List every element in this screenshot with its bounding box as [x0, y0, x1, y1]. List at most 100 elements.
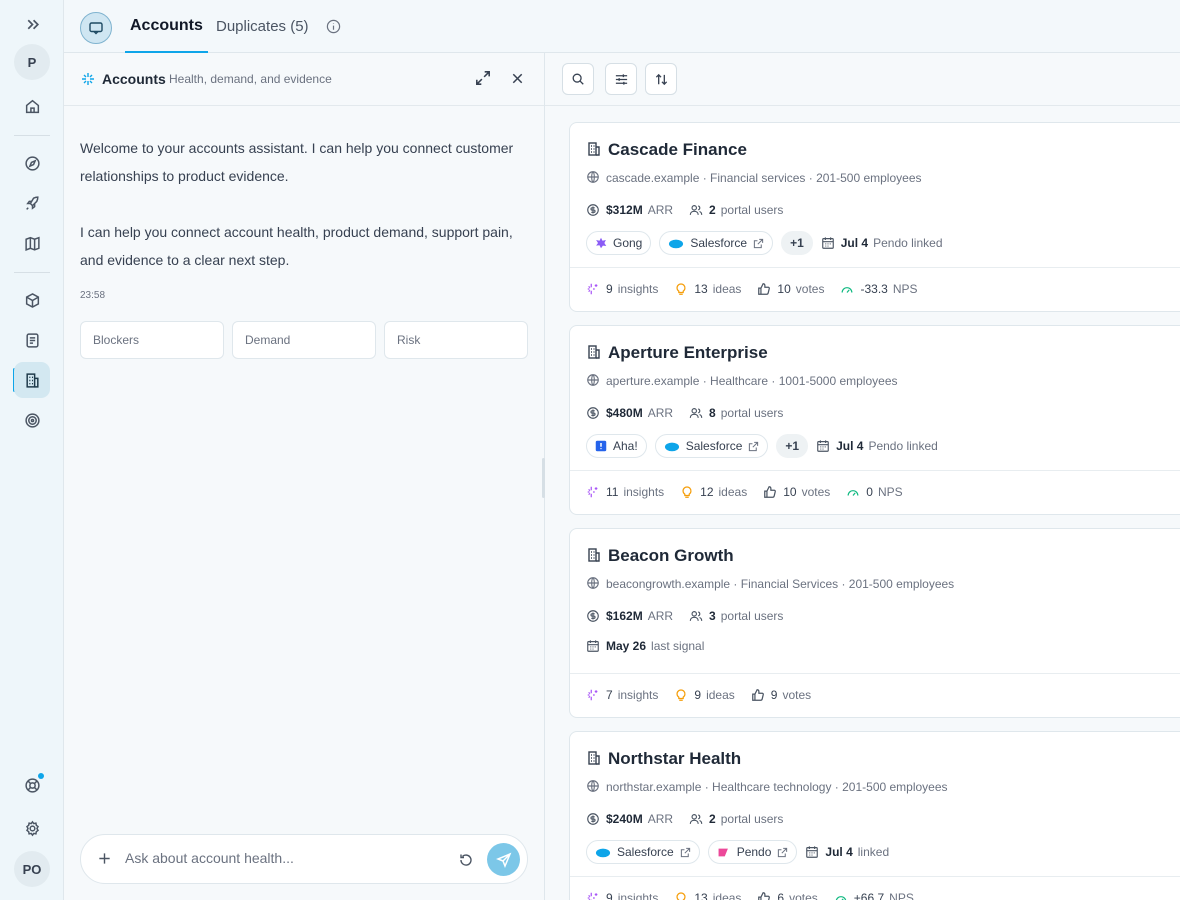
- more-integrations-badge[interactable]: +1: [776, 434, 809, 458]
- card-divider: [570, 876, 1180, 877]
- linked-date-label: Pendo linked: [868, 439, 938, 453]
- help-lifebuoy-icon[interactable]: [14, 767, 50, 803]
- account-name[interactable]: Aperture Enterprise: [608, 343, 768, 363]
- last-signal-label: last signal: [651, 639, 705, 653]
- insights-count: 9: [606, 282, 613, 296]
- portal-users-count: 3: [709, 609, 716, 623]
- sort-arrows-icon[interactable]: [645, 63, 677, 95]
- card-divider: [570, 673, 1180, 674]
- globe-icon: [586, 373, 600, 387]
- calendar-icon: [821, 236, 835, 250]
- lightbulb-icon: [674, 282, 688, 296]
- integration-label: Salesforce: [617, 845, 674, 859]
- lightbulb-icon: [680, 485, 694, 499]
- suggestion-chip-blockers[interactable]: Blockers: [80, 321, 224, 359]
- globe-icon: [586, 779, 600, 793]
- plus-icon[interactable]: [97, 851, 112, 866]
- portal-users-count: 2: [709, 812, 716, 826]
- account-name[interactable]: Cascade Finance: [608, 140, 747, 160]
- workspace-avatar[interactable]: P: [14, 44, 50, 80]
- portal-users-label: portal users: [720, 203, 784, 217]
- chat-toggle-icon[interactable]: [80, 12, 112, 44]
- globe-icon: [586, 170, 600, 184]
- target-icon[interactable]: [14, 402, 50, 438]
- portal-users-label: portal users: [720, 609, 784, 623]
- expand-icon[interactable]: [474, 69, 492, 87]
- user-avatar[interactable]: PO: [14, 851, 50, 887]
- suggestion-chip-demand[interactable]: Demand: [232, 321, 376, 359]
- account-card[interactable]: Cascade Finance cascade.example · Financ…: [569, 122, 1180, 312]
- integration-pill-salesforce[interactable]: Salesforce: [659, 231, 774, 255]
- info-icon[interactable]: [326, 19, 341, 34]
- map-icon[interactable]: [14, 225, 50, 261]
- refresh-icon[interactable]: [458, 852, 474, 868]
- nps-label: NPS: [889, 891, 914, 900]
- integration-pill-pendo[interactable]: Pendo: [707, 840, 798, 864]
- document-icon[interactable]: [14, 322, 50, 358]
- accounts-list: Cascade Finance cascade.example · Financ…: [545, 53, 1180, 900]
- insights-sparkle-icon: [586, 485, 600, 499]
- dollar-icon: [586, 812, 600, 826]
- nps-value: -33.3: [860, 282, 888, 296]
- salesforce-logo-icon: [664, 441, 680, 452]
- linked-date-label: linked: [857, 845, 890, 859]
- ideas-label: ideas: [718, 485, 748, 499]
- close-icon[interactable]: [510, 71, 525, 86]
- account-stats: 11 insights 12 ideas 10 votes 0 NPS: [586, 485, 903, 499]
- linked-date: Jul 4: [825, 845, 853, 859]
- insights-label: insights: [617, 891, 659, 900]
- account-card[interactable]: Beacon Growth beacongrowth.example · Fin…: [569, 528, 1180, 718]
- external-link-icon: [680, 847, 691, 858]
- account-financials: $480M ARR 8 portal users: [586, 406, 783, 420]
- expand-sidebar-icon[interactable]: [14, 6, 50, 42]
- assistant-message: Welcome to your accounts assistant. I ca…: [80, 134, 530, 302]
- suggestion-chip-risk[interactable]: Risk: [384, 321, 528, 359]
- insights-count: 7: [606, 688, 613, 702]
- account-card[interactable]: Aperture Enterprise aperture.example · H…: [569, 325, 1180, 515]
- send-icon[interactable]: [487, 843, 520, 876]
- cube-icon[interactable]: [14, 282, 50, 318]
- tab-bar: Accounts Duplicates (5): [64, 0, 1180, 53]
- nps-label: NPS: [892, 282, 918, 296]
- assistant-subtitle: Health, demand, and evidence: [169, 72, 332, 86]
- integration-pill-salesforce[interactable]: Salesforce: [654, 434, 769, 458]
- chat-input[interactable]: Ask about account health...: [125, 850, 294, 866]
- account-meta: aperture.example · Healthcare · 1001-500…: [606, 374, 898, 388]
- building-icon: [586, 344, 602, 360]
- arr-label: ARR: [647, 609, 674, 623]
- ideas-label: ideas: [712, 891, 742, 900]
- insights-label: insights: [623, 485, 665, 499]
- arr-label: ARR: [647, 203, 674, 217]
- filter-sliders-icon[interactable]: [605, 63, 637, 95]
- tab-accounts[interactable]: Accounts: [125, 0, 208, 53]
- tab-duplicates[interactable]: Duplicates (5): [216, 0, 309, 53]
- integration-pill-gong[interactable]: Gong: [586, 231, 652, 255]
- building-icon: [586, 750, 602, 766]
- ideas-count: 13: [694, 891, 708, 900]
- account-name[interactable]: Beacon Growth: [608, 546, 734, 566]
- assistant-panel: Accounts Health, demand, and evidence We…: [64, 53, 545, 900]
- integration-pill-aha[interactable]: Aha!: [586, 434, 647, 458]
- integration-label: Salesforce: [690, 236, 748, 250]
- account-name[interactable]: Northstar Health: [608, 749, 741, 769]
- more-integrations-badge[interactable]: +1: [781, 231, 813, 255]
- icon-rail: P PO: [0, 0, 64, 900]
- account-card[interactable]: Northstar Health northstar.example · Hea…: [569, 731, 1180, 900]
- home-icon[interactable]: [14, 88, 50, 124]
- list-toolbar: [545, 53, 1180, 106]
- insights-sparkle-icon: [586, 282, 600, 296]
- dollar-icon: [586, 609, 600, 623]
- account-financials: $312M ARR 2 portal users: [586, 203, 783, 217]
- building-icon: [586, 141, 602, 157]
- compass-icon[interactable]: [14, 145, 50, 181]
- integration-pill-salesforce[interactable]: Salesforce: [586, 840, 700, 864]
- account-integrations: Salesforce Pendo Jul 4 linked: [586, 840, 889, 864]
- accounts-building-icon[interactable]: [14, 362, 50, 398]
- ideas-label: ideas: [706, 688, 735, 702]
- settings-gear-icon[interactable]: [14, 810, 50, 846]
- votes-count: 6: [777, 891, 785, 900]
- thumbs-up-icon: [757, 282, 771, 296]
- gong-logo-icon: [595, 237, 607, 249]
- search-icon[interactable]: [562, 63, 594, 95]
- rocket-icon[interactable]: [14, 185, 50, 221]
